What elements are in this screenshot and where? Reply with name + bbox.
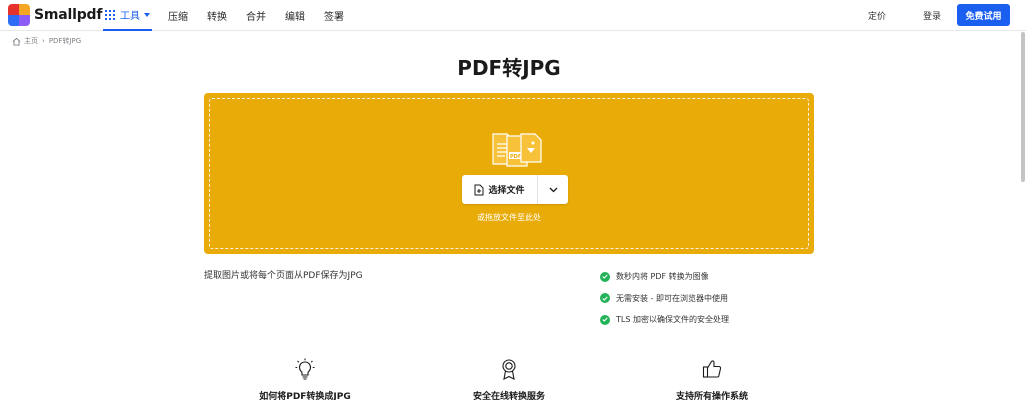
feature-list: 数秒内将 PDF 转换为图像 无需安装 - 即可在浏览器中使用 TLS 加密以确… <box>600 266 729 331</box>
breadcrumb-home[interactable]: 主页 <box>24 36 38 46</box>
feature-text: 无需安装 - 即可在浏览器中使用 <box>616 293 728 303</box>
breadcrumb-separator: › <box>42 37 45 45</box>
smallpdf-logo-icon <box>8 4 30 26</box>
award-badge-icon <box>502 359 516 380</box>
feature-item: 数秒内将 PDF 转换为图像 <box>600 266 729 288</box>
dropzone-dashed-border: PDF 选择文件 或拖放文件至此处 <box>209 98 809 249</box>
file-dropzone[interactable]: PDF 选择文件 或拖放文件至此处 <box>204 93 814 254</box>
nav-convert[interactable]: 转换 <box>207 8 227 23</box>
header-actions: 定价 登录 免费试用 <box>868 4 1010 26</box>
tools-menu[interactable]: 工具 <box>103 0 152 31</box>
feature-text: TLS 加密以确保文件的安全处理 <box>616 315 729 325</box>
breadcrumb: 主页 › PDF转JPG <box>12 36 81 46</box>
nav-edit[interactable]: 编辑 <box>285 8 305 23</box>
logo-text: Smallpdf <box>34 7 103 23</box>
section-title: 支持所有操作系统 <box>675 392 748 400</box>
select-file-label: 选择文件 <box>488 186 525 196</box>
feature-item: 无需安装 - 即可在浏览器中使用 <box>600 288 729 310</box>
section-how-to: 如何将PDF转换成JPG <box>205 358 405 400</box>
select-file-button-group: 选择文件 <box>462 175 568 204</box>
feature-item: TLS 加密以确保文件的安全处理 <box>600 309 729 331</box>
tools-label: 工具 <box>120 11 140 22</box>
check-circle-icon <box>600 271 610 282</box>
caret-down-icon <box>144 12 150 17</box>
section-secure: 安全在线转换服务 <box>409 358 609 400</box>
feature-text: 数秒内将 PDF 转换为图像 <box>616 272 709 282</box>
nav-compress[interactable]: 压缩 <box>168 8 188 23</box>
nav-sign[interactable]: 签署 <box>324 8 344 23</box>
check-circle-icon <box>600 314 610 325</box>
lightbulb-icon <box>295 358 315 380</box>
page-scrollbar[interactable] <box>1021 32 1025 182</box>
file-add-icon <box>474 184 484 195</box>
tool-description: 提取图片或将每个页面从PDF保存为JPG <box>204 271 363 281</box>
thumbs-up-icon <box>702 360 722 378</box>
section-title: 安全在线转换服务 <box>472 392 545 400</box>
svg-text:PDF: PDF <box>510 154 521 160</box>
pricing-link[interactable]: 定价 <box>868 9 886 22</box>
logo[interactable]: Smallpdf <box>8 4 102 26</box>
top-header: Smallpdf 工具 压缩 转换 合并 编辑 签署 定价 登录 免费试用 <box>0 0 1026 31</box>
chevron-down-icon <box>549 187 557 192</box>
login-link[interactable]: 登录 <box>923 9 941 22</box>
select-source-dropdown[interactable] <box>538 175 568 204</box>
select-file-button[interactable]: 选择文件 <box>462 175 538 204</box>
section-title: 如何将PDF转换成JPG <box>259 392 351 400</box>
free-trial-button[interactable]: 免费试用 <box>957 4 1010 26</box>
grid-icon <box>105 9 115 20</box>
home-icon <box>12 37 21 46</box>
drop-hint: 或拖放文件至此处 <box>477 213 541 222</box>
section-os: 支持所有操作系统 <box>612 358 812 400</box>
check-circle-icon <box>600 293 610 304</box>
breadcrumb-current: PDF转JPG <box>48 37 82 45</box>
pdf-to-image-illustration-icon: PDF <box>492 133 542 167</box>
main-nav: 工具 压缩 转换 合并 编辑 签署 <box>103 0 344 31</box>
page-title: PDF转JPG <box>457 56 561 80</box>
nav-merge[interactable]: 合并 <box>246 8 266 23</box>
